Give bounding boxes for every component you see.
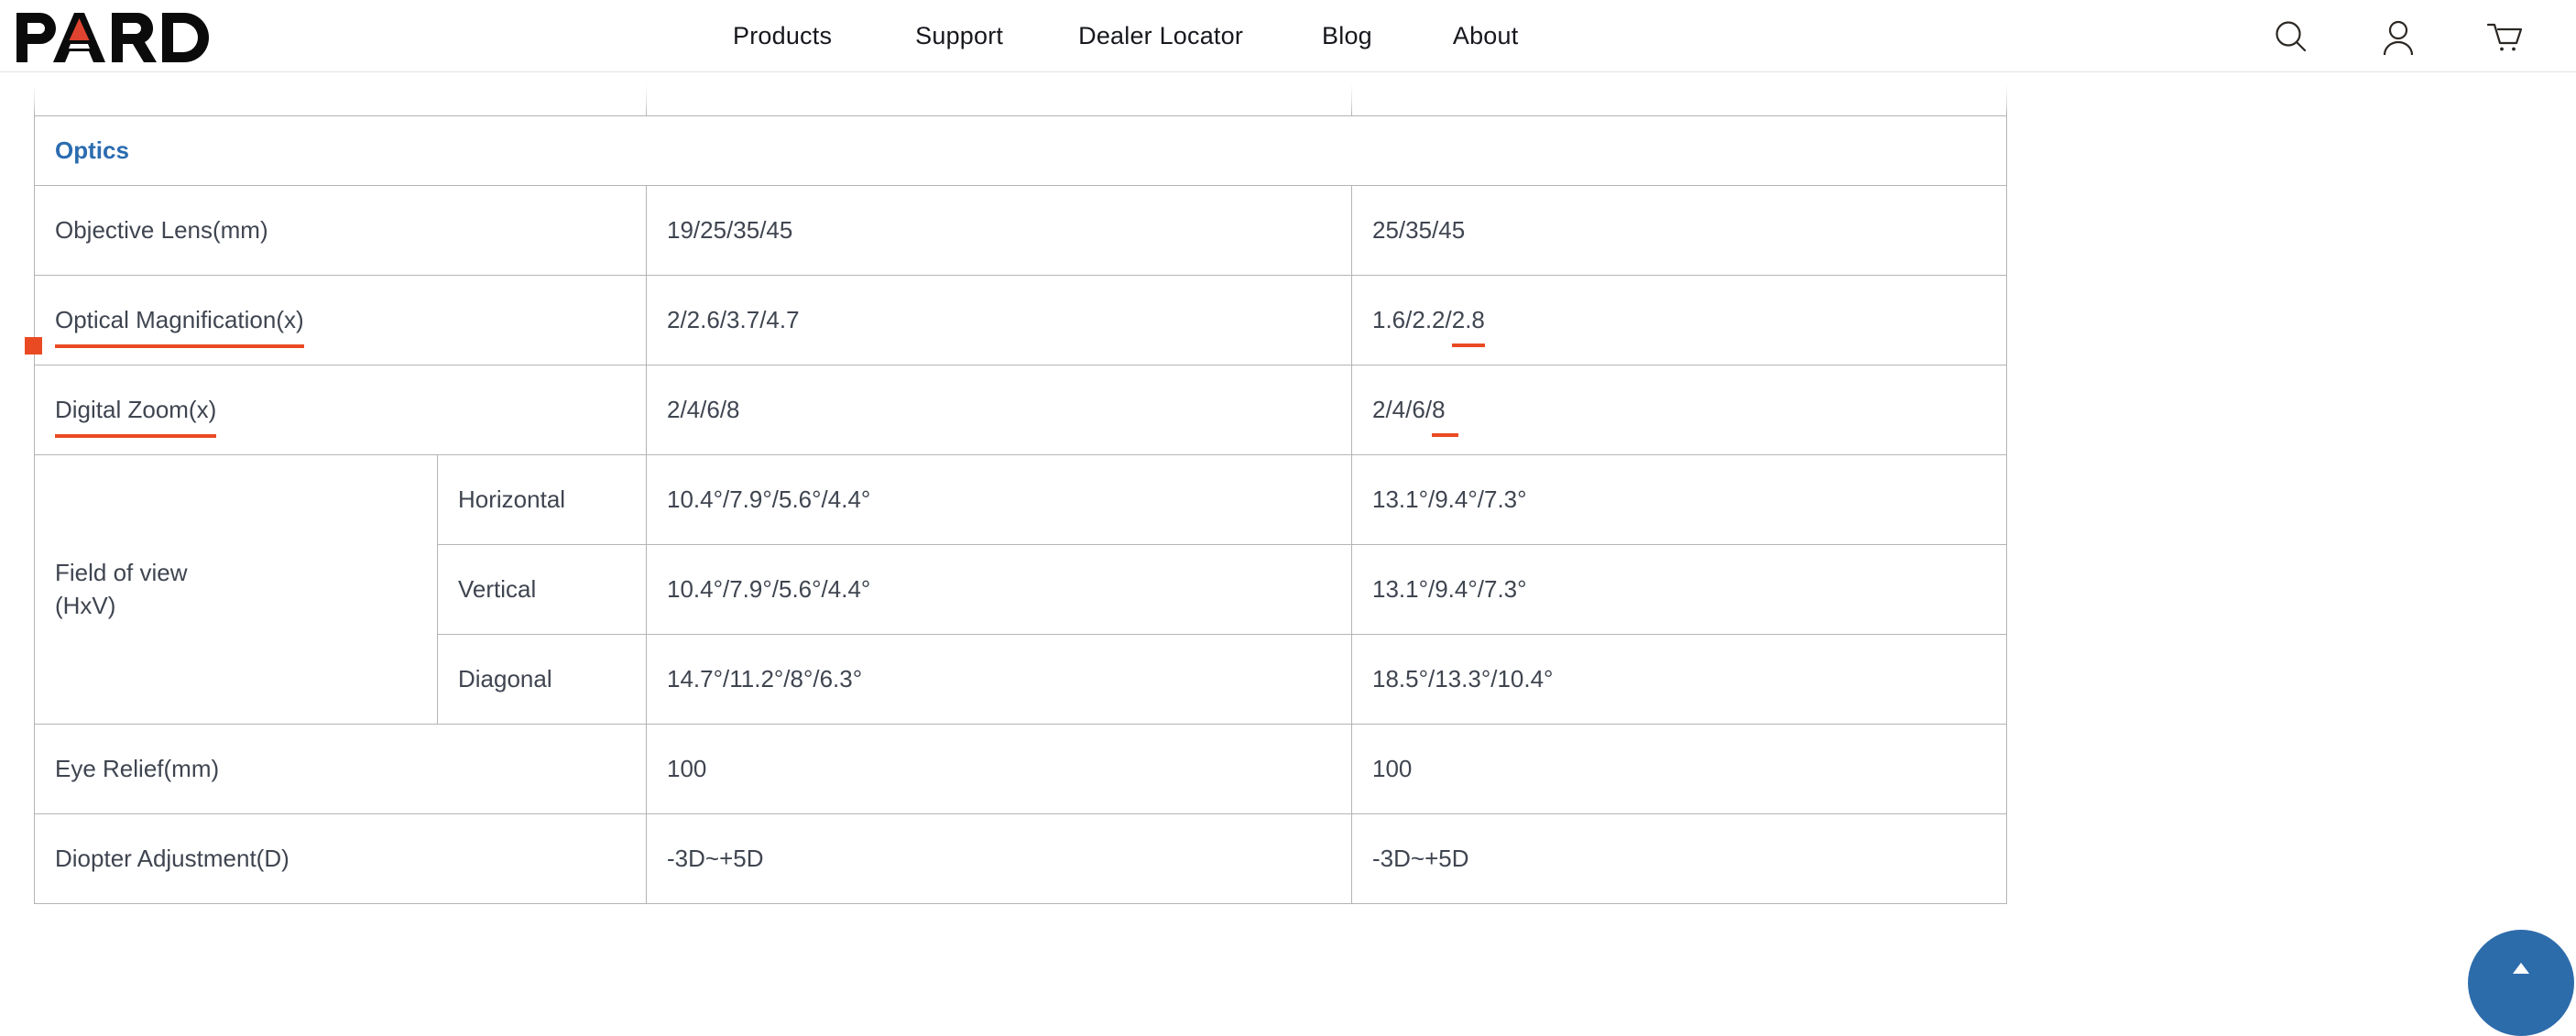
table-row bbox=[34, 72, 2007, 116]
cell-value-b: 1.6/2.2/2.8 bbox=[1351, 275, 2007, 365]
cell-value-a: 2/2.6/3.7/4.7 bbox=[646, 275, 1352, 365]
cell-label-eye-relief: Eye Relief(mm) bbox=[34, 724, 647, 814]
specifications-table: Optics Objective Lens(mm) 19/25/35/45 25… bbox=[34, 72, 2007, 904]
cell-sublabel-diagonal: Diagonal bbox=[437, 634, 647, 725]
annotation-marker-square bbox=[25, 337, 42, 354]
fov-label-line1: Field of view bbox=[55, 559, 188, 587]
scroll-to-top-button[interactable] bbox=[2468, 930, 2574, 1036]
cell-value-a: 14.7°/11.2°/8°/6.3° bbox=[646, 634, 1352, 725]
section-header-cell: Optics bbox=[34, 115, 2007, 186]
cell-label-optical-magnification: Optical Magnification(x) bbox=[34, 275, 647, 365]
cell-label bbox=[34, 72, 647, 116]
table-row: Objective Lens(mm) 19/25/35/45 25/35/45 bbox=[34, 185, 2007, 276]
cell-value-a: -3D~+5D bbox=[646, 813, 1352, 904]
pard-logo[interactable] bbox=[13, 11, 324, 64]
table-row: Field of view (HxV) Horizontal 10.4°/7.9… bbox=[34, 454, 2007, 725]
table-row: Optical Magnification(x) 2/2.6/3.7/4.7 1… bbox=[34, 275, 2007, 365]
table-row: Diopter Adjustment(D) -3D~+5D -3D~+5D bbox=[34, 813, 2007, 904]
cell-label-diopter-adjustment: Diopter Adjustment(D) bbox=[34, 813, 647, 904]
nav-item-about[interactable]: About bbox=[1453, 22, 1519, 50]
annotated-value-fragment: 2.8 bbox=[1451, 304, 1486, 348]
table-section-row: Optics bbox=[34, 115, 2007, 186]
nav-item-blog[interactable]: Blog bbox=[1322, 22, 1372, 50]
value-plain: 1.6/2.2/ bbox=[1372, 305, 1452, 333]
site-header: Products Support Dealer Locator Blog Abo… bbox=[0, 0, 2576, 72]
cell-value-a bbox=[646, 72, 1352, 116]
annotated-label: Optical Magnification(x) bbox=[55, 304, 304, 349]
table-row: Eye Relief(mm) 100 100 bbox=[34, 724, 2007, 814]
cell-value-a: 10.4°/7.9°/5.6°/4.4° bbox=[646, 544, 1352, 635]
fov-label-line2: (HxV) bbox=[55, 591, 116, 619]
cell-value-b bbox=[1351, 72, 2007, 116]
cell-value-b: 18.5°/13.3°/10.4° bbox=[1351, 634, 2007, 725]
nav-item-dealer-locator[interactable]: Dealer Locator bbox=[1078, 22, 1243, 50]
cell-value-a: 100 bbox=[646, 724, 1352, 814]
cell-sublabel-horizontal: Horizontal bbox=[437, 454, 647, 545]
cell-label-field-of-view: Field of view (HxV) bbox=[34, 454, 438, 725]
nav-item-products[interactable]: Products bbox=[733, 22, 832, 50]
cart-icon[interactable] bbox=[2486, 17, 2525, 56]
cell-value-b: 13.1°/9.4°/7.3° bbox=[1351, 454, 2007, 545]
cell-label-objective-lens: Objective Lens(mm) bbox=[34, 185, 647, 276]
annotated-label: Digital Zoom(x) bbox=[55, 394, 217, 439]
header-icon-group bbox=[2272, 0, 2525, 72]
cell-label-digital-zoom: Digital Zoom(x) bbox=[34, 365, 647, 455]
cell-value-a: 19/25/35/45 bbox=[646, 185, 1352, 276]
cell-value-b: -3D~+5D bbox=[1351, 813, 2007, 904]
table-row: Digital Zoom(x) 2/4/6/8 2/4/6/8 bbox=[34, 365, 2007, 455]
specifications-section: Optics Objective Lens(mm) 19/25/35/45 25… bbox=[0, 72, 2576, 984]
cell-value-a: 2/4/6/8 bbox=[646, 365, 1352, 455]
nav-item-support[interactable]: Support bbox=[915, 22, 1003, 50]
value-plain: 2/4/6/ bbox=[1372, 395, 1433, 423]
section-title-optics: Optics bbox=[55, 136, 129, 164]
search-icon[interactable] bbox=[2272, 17, 2310, 56]
cell-value-b: 100 bbox=[1351, 724, 2007, 814]
annotated-value-fragment: 8 bbox=[1432, 394, 1459, 438]
main-navigation: Products Support Dealer Locator Blog Abo… bbox=[733, 0, 1518, 72]
cell-value-a: 10.4°/7.9°/5.6°/4.4° bbox=[646, 454, 1352, 545]
cell-value-b: 13.1°/9.4°/7.3° bbox=[1351, 544, 2007, 635]
cell-value-b: 2/4/6/8 bbox=[1351, 365, 2007, 455]
cell-value-b: 25/35/45 bbox=[1351, 185, 2007, 276]
account-icon[interactable] bbox=[2379, 17, 2418, 56]
cell-sublabel-vertical: Vertical bbox=[437, 544, 647, 635]
